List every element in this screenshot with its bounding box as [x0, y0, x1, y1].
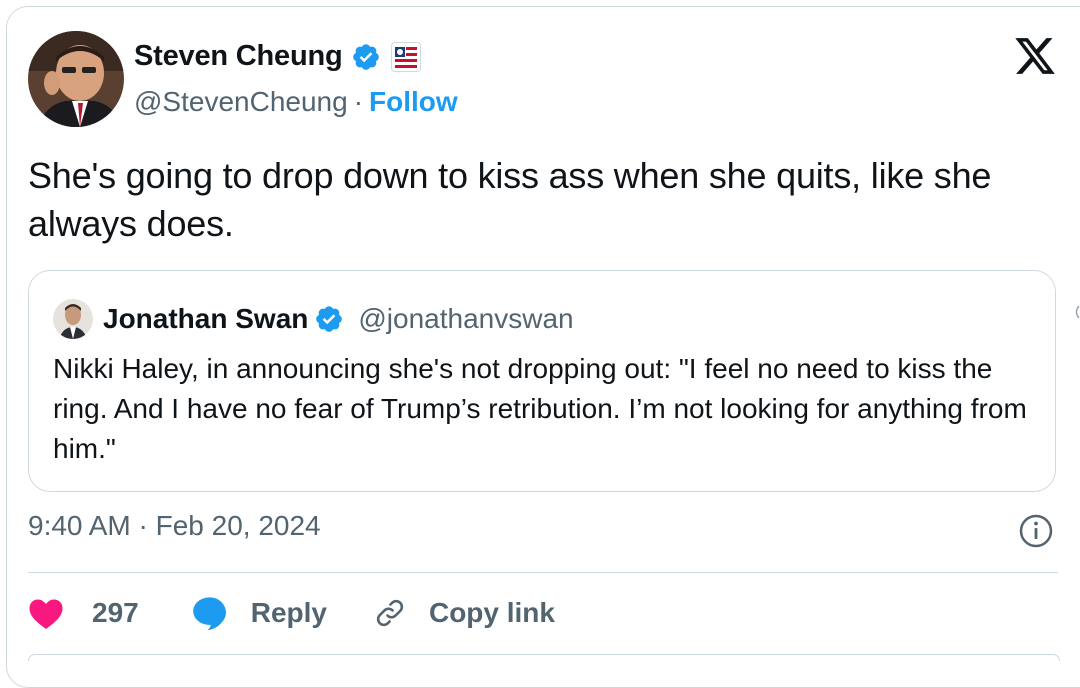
author-name-row: Steven Cheung	[134, 40, 421, 73]
tweet-timestamp[interactable]: 9:40 AM · Feb 20, 2024	[28, 510, 321, 542]
reply-label: Reply	[250, 597, 327, 628]
quoted-tweet-text: Nikki Haley, in announcing she's not dro…	[53, 353, 1027, 464]
scrollbar-edge	[1075, 305, 1080, 319]
next-card-edge	[28, 654, 1060, 661]
like-count: 297	[92, 597, 139, 628]
divider	[28, 572, 1058, 573]
link-icon	[376, 599, 404, 627]
like-button[interactable]: 297	[28, 596, 139, 630]
reply-button[interactable]: Reply	[191, 595, 327, 631]
author-handle-row: @StevenCheung · Follow	[134, 86, 458, 118]
copy-link-label: Copy link	[428, 597, 555, 628]
verified-badge-icon	[352, 43, 379, 70]
author-handle[interactable]: @StevenCheung	[134, 86, 348, 118]
follow-button[interactable]: Follow	[369, 86, 458, 118]
affiliation-badge-icon[interactable]	[390, 41, 421, 72]
copy-link-button[interactable]: Copy link	[373, 596, 555, 630]
verified-badge-icon	[316, 306, 343, 332]
heart-icon	[29, 599, 63, 629]
quoted-author-name[interactable]: Jonathan Swan	[103, 303, 308, 335]
quoted-author-handle[interactable]: @jonathanvswan	[358, 303, 573, 335]
action-bar: 297 Reply Copy link	[28, 592, 555, 634]
info-icon[interactable]	[1018, 513, 1054, 549]
tweet-text: She's going to drop down to kiss ass whe…	[28, 155, 992, 244]
handle-separator: ·	[353, 86, 364, 117]
quoted-header: Jonathan Swan @jonathanvswan	[103, 299, 574, 339]
x-logo-icon[interactable]	[1012, 34, 1058, 78]
author-avatar[interactable]	[28, 31, 124, 127]
speech-bubble-icon	[192, 597, 226, 631]
quoted-tweet[interactable]: Jonathan Swan @jonathanvswan Nikki Haley…	[28, 270, 1056, 492]
quoted-author-avatar[interactable]	[53, 299, 93, 339]
author-name[interactable]: Steven Cheung	[134, 40, 343, 73]
